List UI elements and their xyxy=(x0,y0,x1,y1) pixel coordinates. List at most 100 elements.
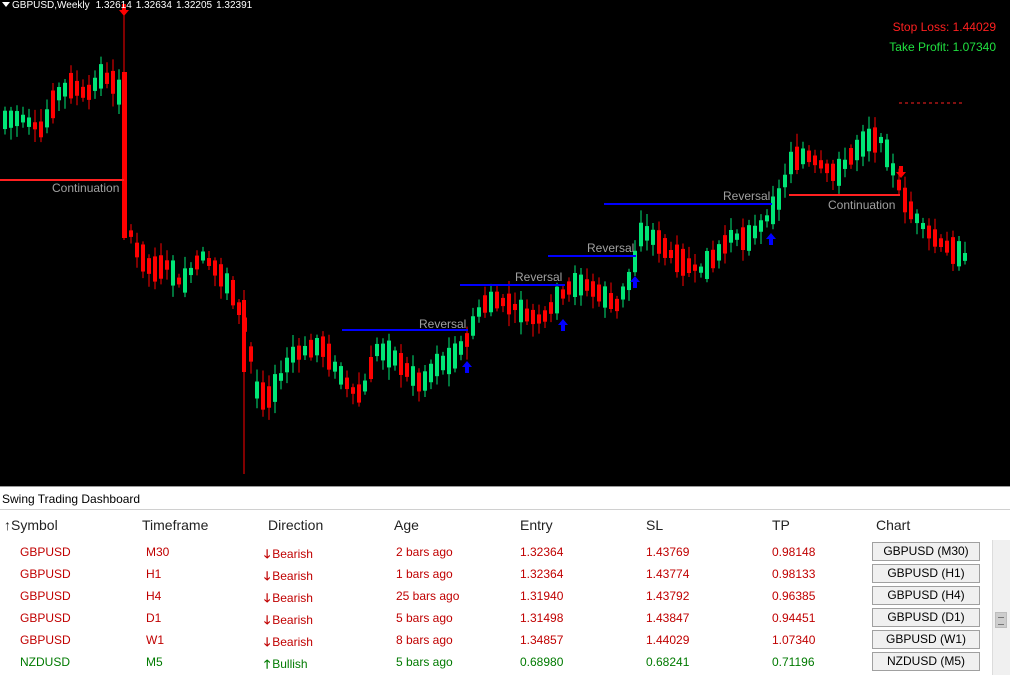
cell-symbol: NZDUSD xyxy=(20,655,70,669)
cell-timeframe: H4 xyxy=(146,589,162,603)
table-row[interactable]: GBPUSD H1 🡓 Bearish 1 bars ago 1.32364 1.… xyxy=(0,563,990,585)
candlestick-chart[interactable]: Continuation Reversal Reversal Reversal Reve… xyxy=(0,0,1010,486)
candle-body xyxy=(579,274,583,296)
candle-body xyxy=(525,308,529,322)
column-header-direction[interactable]: Direction xyxy=(268,517,323,533)
candle-body xyxy=(321,336,325,357)
chart-symbol: GBPUSD,Weekly xyxy=(12,0,90,11)
candle-body xyxy=(399,353,403,375)
candle-body xyxy=(681,248,685,276)
candle-body xyxy=(807,150,811,163)
cell-timeframe: H1 xyxy=(146,567,162,581)
cell-tp: 1.07340 xyxy=(772,633,816,647)
scroll-thumb[interactable] xyxy=(995,612,1007,628)
table-row[interactable]: GBPUSD M30 🡓 Bearish 2 bars ago 1.32364 1… xyxy=(0,541,990,563)
candle-body xyxy=(771,196,775,225)
cell-age: 5 bars ago xyxy=(396,655,453,669)
open-chart-button[interactable]: GBPUSD (H4) xyxy=(872,586,980,605)
open-chart-button[interactable]: GBPUSD (D1) xyxy=(872,608,980,627)
candle-body xyxy=(849,148,853,165)
candle-body xyxy=(333,361,337,372)
table-row[interactable]: GBPUSD D1 🡓 Bearish 5 bars ago 1.31498 1.… xyxy=(0,607,990,629)
candle-body xyxy=(897,179,901,191)
cell-sl: 1.43774 xyxy=(646,567,690,581)
candle-body xyxy=(627,271,631,291)
column-header-chart[interactable]: Chart xyxy=(876,517,910,533)
quote-low: 1.32205 xyxy=(175,0,213,11)
buy-arrow-icon xyxy=(462,361,472,373)
candle-body xyxy=(549,302,553,314)
candle-body xyxy=(945,240,949,253)
table-row[interactable]: GBPUSD H4 🡓 Bearish 25 bars ago 1.31940 1… xyxy=(0,585,990,607)
take-profit-label: Take Profit: 1.07340 xyxy=(889,40,996,54)
candle-body xyxy=(519,299,523,323)
candle-body xyxy=(879,136,883,144)
signal-annotation-label: Reversal xyxy=(515,270,562,284)
open-chart-button[interactable]: GBPUSD (W1) xyxy=(872,630,980,649)
candle-body xyxy=(267,386,271,408)
candle-body xyxy=(249,346,253,362)
open-chart-button[interactable]: GBPUSD (H1) xyxy=(872,564,980,583)
candle-body xyxy=(381,343,385,361)
candle-body xyxy=(453,343,457,369)
candle-body xyxy=(651,229,655,245)
candle-body xyxy=(87,84,91,100)
cell-age: 8 bars ago xyxy=(396,633,453,647)
buy-arrow-icon xyxy=(630,276,640,288)
cell-timeframe: D1 xyxy=(146,611,162,625)
arrow-down-icon: 🡓 xyxy=(264,635,271,649)
column-header-age[interactable]: Age xyxy=(394,517,419,533)
arrow-down-icon: 🡓 xyxy=(264,547,271,561)
cell-tp: 0.94451 xyxy=(772,611,816,625)
table-row[interactable]: GBPUSD W1 🡓 Bearish 8 bars ago 1.34857 1.… xyxy=(0,629,990,651)
candle-body xyxy=(135,242,139,258)
table-row[interactable]: NZDUSD M5 🡑 Bullish 5 bars ago 0.68980 0.… xyxy=(0,651,990,673)
candle-body xyxy=(693,264,697,271)
candle-body xyxy=(411,366,415,386)
cell-sl: 0.68241 xyxy=(646,655,690,669)
candle-body xyxy=(609,293,613,309)
chart-header: GBPUSD,Weekly 1.32614 1.32634 1.32205 1.3239… xyxy=(0,0,256,14)
candle-body xyxy=(555,286,559,314)
signal-annotation-label: Continuation xyxy=(828,198,895,212)
candle-body xyxy=(933,229,937,247)
cell-age: 1 bars ago xyxy=(396,567,453,581)
candle-body xyxy=(242,300,246,372)
candle-body xyxy=(843,159,847,169)
column-header-timeframe[interactable]: Timeframe xyxy=(142,517,208,533)
column-header-entry[interactable]: Entry xyxy=(520,517,553,533)
candle-body xyxy=(363,380,367,392)
candle-body xyxy=(915,213,919,224)
candle-body xyxy=(675,244,679,273)
candle-body xyxy=(789,151,793,175)
chart-menu-icon[interactable] xyxy=(2,2,10,8)
candle-body xyxy=(122,72,127,238)
candle-body xyxy=(801,148,805,165)
arrow-up-icon: 🡑 xyxy=(264,657,271,671)
buy-arrow-icon xyxy=(558,319,568,331)
candle-body xyxy=(783,174,787,188)
candle-body xyxy=(561,289,565,299)
candle-body xyxy=(231,279,235,306)
cell-entry: 0.68980 xyxy=(520,655,564,669)
candle-body xyxy=(57,87,61,101)
column-header-symbol[interactable]: ↑Symbol xyxy=(4,517,58,533)
candle-body xyxy=(279,373,283,381)
candle-body xyxy=(471,316,475,336)
candle-body xyxy=(3,110,7,130)
price-chart[interactable]: Continuation Reversal Reversal Reversal Reve… xyxy=(0,0,1010,486)
column-header-tp[interactable]: TP xyxy=(772,517,790,533)
open-chart-button[interactable]: GBPUSD (M30) xyxy=(872,542,980,561)
candle-body xyxy=(645,226,649,241)
dashboard-title: Swing Trading Dashboard xyxy=(0,487,1010,510)
candle-body xyxy=(663,238,667,258)
candle-body xyxy=(909,201,913,220)
candle-body xyxy=(537,314,541,324)
vertical-scrollbar[interactable] xyxy=(992,540,1010,675)
candle-body xyxy=(219,264,223,287)
candle-body xyxy=(507,293,511,315)
candle-body xyxy=(531,309,535,325)
open-chart-button[interactable]: NZDUSD (M5) xyxy=(872,652,980,671)
column-header-sl[interactable]: SL xyxy=(646,517,663,533)
cell-timeframe: M30 xyxy=(146,545,170,559)
